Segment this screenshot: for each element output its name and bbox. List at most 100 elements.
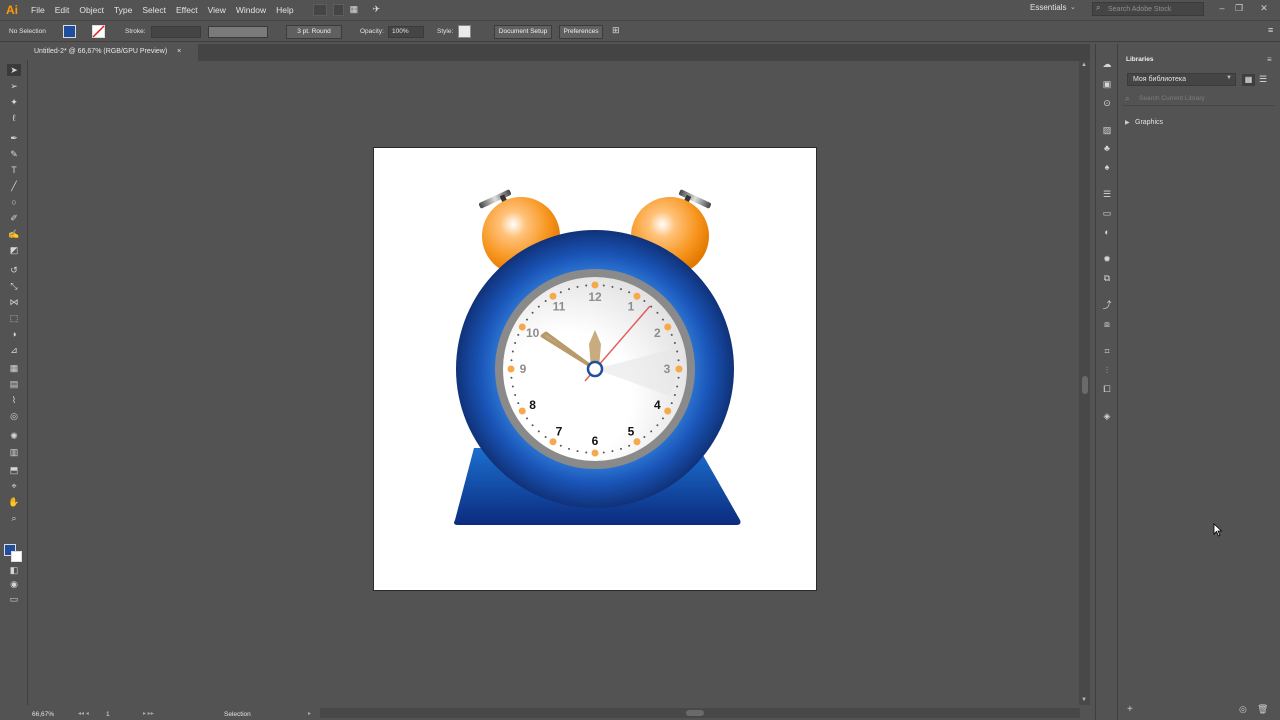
close-tab-button[interactable]: × [177, 48, 181, 55]
artboards-icon[interactable]: ⧈ [1101, 318, 1113, 330]
cc-icon[interactable]: ◎ [1239, 704, 1247, 715]
minimize-button[interactable]: – [1217, 3, 1227, 13]
menu-type[interactable]: Type [114, 5, 132, 15]
list-view-icon[interactable]: ☰ [1259, 74, 1267, 85]
stroke-color-swatch[interactable] [11, 551, 22, 562]
perspective-tool[interactable]: ⊿ [7, 344, 21, 356]
curvature-tool[interactable]: ✎ [7, 148, 21, 160]
align-icon[interactable]: ⊞ [612, 25, 620, 36]
gpu-performance-icon[interactable]: ✈ [373, 4, 387, 16]
menu-help[interactable]: Help [276, 5, 293, 15]
lasso-tool[interactable]: ℓ [7, 112, 21, 124]
variable-width-profile[interactable] [208, 26, 268, 38]
symbols-icon[interactable]: ♠ [1101, 161, 1113, 173]
preferences-button[interactable]: Preferences [559, 25, 603, 39]
properties-icon[interactable]: ▣ [1101, 78, 1113, 90]
panel-menu-icon[interactable]: ≡ [1267, 55, 1272, 64]
bridge-button[interactable] [312, 3, 327, 16]
transparency-icon[interactable]: ◐ [1101, 226, 1113, 238]
artboard-number[interactable]: 1 [106, 711, 110, 718]
puppet-warp-icon[interactable]: ♣ [1101, 142, 1113, 154]
menu-edit[interactable]: Edit [55, 5, 70, 15]
zoom-level[interactable]: 66,67% [32, 711, 54, 718]
graphic-styles-icon[interactable]: ⧉ [1101, 272, 1113, 284]
stroke-weight-input[interactable] [151, 26, 201, 38]
rotate-tool[interactable]: ↺ [7, 264, 21, 276]
symbol-sprayer-tool[interactable]: ✺ [7, 430, 21, 442]
restore-button[interactable]: ❐ [1234, 3, 1244, 13]
stroke-icon[interactable]: ☰ [1101, 188, 1113, 200]
eyedropper-tool[interactable]: ⌇ [7, 394, 21, 406]
draw-mode-icon[interactable]: ◉ [7, 578, 21, 590]
menu-select[interactable]: Select [142, 5, 166, 15]
gradient-icon[interactable]: ▭ [1101, 207, 1113, 219]
type-tool[interactable]: T [7, 164, 21, 176]
scale-tool[interactable]: ⤡ [7, 280, 21, 292]
eraser-tool[interactable]: ◩ [7, 244, 21, 256]
style-swatch[interactable] [458, 25, 471, 38]
opacity-input[interactable]: 100% [388, 26, 424, 38]
document-setup-button[interactable]: Document Setup [494, 25, 552, 39]
pen-tool[interactable]: ✒ [7, 132, 21, 144]
menu-window[interactable]: Window [236, 5, 266, 15]
blend-tool[interactable]: ◎ [7, 410, 21, 422]
free-transform-tool[interactable]: ⬚ [7, 312, 21, 324]
panel-menu-icon[interactable]: ≡ [1268, 25, 1273, 35]
shaper-tool[interactable]: ✍ [7, 228, 21, 240]
magic-wand-tool[interactable]: ✦ [7, 96, 21, 108]
artboard[interactable]: 12 1 2 3 4 5 6 7 8 9 10 11 [373, 147, 817, 591]
menu-view[interactable]: View [208, 5, 226, 15]
align-panel-icon[interactable]: ⫶ [1101, 364, 1113, 376]
color-mode-icon[interactable]: ◧ [7, 564, 21, 576]
document-tab[interactable]: Untitled-2* @ 66,67% (RGB/GPU Preview) × [28, 44, 198, 61]
gradient-tool[interactable]: ▤ [7, 378, 21, 390]
slice-tool[interactable]: ⌖ [7, 480, 21, 492]
selection-tool[interactable]: ➤ [7, 64, 21, 76]
ellipse-tool[interactable]: ○ [7, 196, 21, 208]
artboard-prev[interactable]: ◂◂ ◂ [78, 710, 89, 717]
direct-selection-tool[interactable]: ➢ [7, 80, 21, 92]
close-window-button[interactable]: ✕ [1259, 3, 1269, 13]
grid-view-icon[interactable]: ▦ [1242, 74, 1255, 86]
mesh-tool[interactable]: ▦ [7, 362, 21, 374]
scroll-up-arrow[interactable]: ▲ [1081, 62, 1087, 68]
workspace-switcher[interactable]: Essentials [1030, 3, 1066, 12]
add-content-icon[interactable]: + [1127, 704, 1133, 715]
libraries-tab[interactable]: Libraries [1126, 56, 1153, 63]
graph-tool[interactable]: ▥ [7, 446, 21, 458]
artboard-tool[interactable]: ⬒ [7, 464, 21, 476]
status-arrow-icon[interactable]: ▸ [308, 710, 311, 717]
paintbrush-tool[interactable]: ✐ [7, 212, 21, 224]
line-tool[interactable]: ╱ [7, 180, 21, 192]
appearance-icon[interactable]: ✹ [1101, 253, 1113, 265]
brush-definition-dropdown[interactable]: 3 pt. Round [286, 25, 342, 39]
hand-tool[interactable]: ✋ [7, 496, 21, 508]
horizontal-scrollbar[interactable] [320, 708, 1080, 718]
scroll-down-arrow[interactable]: ▼ [1081, 697, 1087, 703]
layers-icon[interactable]: ◈ [1101, 410, 1113, 422]
menu-effect[interactable]: Effect [176, 5, 198, 15]
menu-object[interactable]: Object [79, 5, 104, 15]
image-trace-icon[interactable]: ▨ [1101, 124, 1113, 136]
artboard-next[interactable]: ▸ ▸▸ [143, 710, 154, 717]
width-tool[interactable]: ⋈ [7, 296, 21, 308]
arrange-documents-button[interactable]: ▦ [350, 4, 367, 16]
zoom-tool[interactable]: ⌕ [7, 512, 21, 524]
navigator-icon[interactable]: ⊙ [1101, 97, 1113, 109]
alarm-clock-illustration[interactable]: 121234567891011 [374, 148, 818, 592]
stock-search-input[interactable]: Search Adobe Stock [1092, 2, 1204, 16]
graphics-section[interactable]: Graphics [1135, 119, 1163, 126]
transform-icon[interactable]: ⌗ [1101, 345, 1113, 357]
vertical-scroll-thumb[interactable] [1082, 376, 1088, 394]
library-dropdown[interactable]: Моя библиотека [1127, 73, 1236, 86]
fill-swatch[interactable] [63, 25, 76, 38]
screen-mode-icon[interactable]: ▭ [7, 593, 21, 605]
stock-button[interactable] [332, 3, 344, 16]
expand-arrow-icon[interactable]: ▶ [1125, 119, 1130, 126]
pathfinder-icon[interactable]: ⧠ [1101, 383, 1113, 395]
cc-libraries-icon[interactable]: ☁ [1101, 58, 1113, 70]
export-icon[interactable]: ⤴ [1101, 299, 1113, 311]
shape-builder-tool[interactable]: ◑ [7, 328, 21, 340]
library-search-input[interactable]: Search Current Library [1123, 92, 1275, 106]
horizontal-scroll-thumb[interactable] [686, 710, 704, 716]
